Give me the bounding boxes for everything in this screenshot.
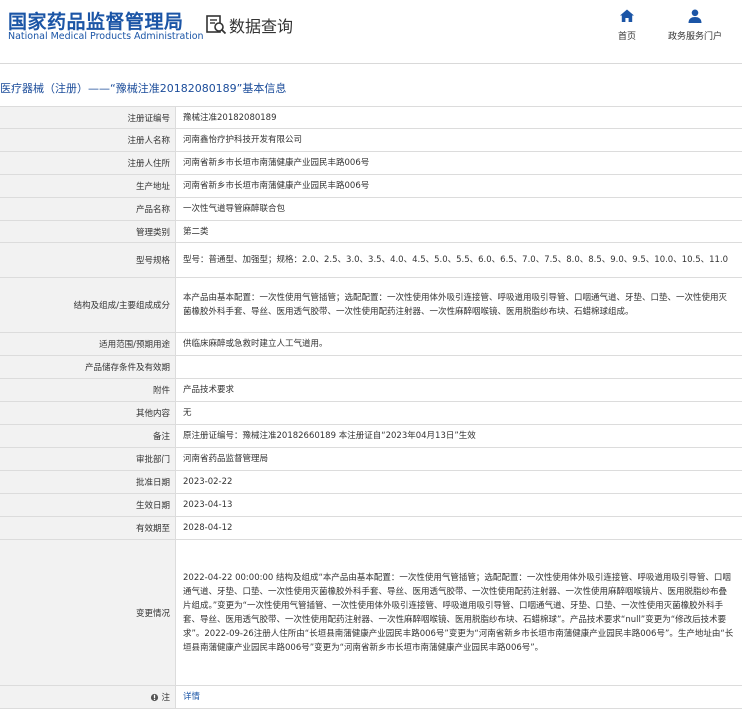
row-value: 2023-02-22 xyxy=(183,477,233,487)
row-label-text: 注 xyxy=(161,693,170,703)
row-label: 生效日期 xyxy=(0,494,176,516)
table-row: 适用范围/预期用途 供临床麻醉或急救时建立人工气道用。 xyxy=(0,333,742,356)
table-row: 附件 产品技术要求 xyxy=(0,379,742,402)
site-logo-en[interactable]: National Medical Products Administration xyxy=(8,31,204,42)
table-row: 变更情况 2022-04-22 00:00:00 结构及组成“本产品由基本配置：… xyxy=(0,540,742,686)
row-value: 产品技术要求 xyxy=(183,385,235,395)
table-row: 审批部门 河南省药品监督管理局 xyxy=(0,448,742,471)
row-label: 产品名称 xyxy=(0,198,176,220)
row-label: 附件 xyxy=(0,379,176,401)
home-icon xyxy=(620,9,634,22)
header-divider xyxy=(0,63,742,64)
row-label: 注册人住所 xyxy=(0,152,176,174)
row-label: 产品储存条件及有效期 xyxy=(0,356,176,378)
row-value: 2028-04-12 xyxy=(183,523,233,533)
row-label: 审批部门 xyxy=(0,448,176,470)
row-label: 型号规格 xyxy=(0,243,176,277)
row-label: 有效期至 xyxy=(0,517,176,539)
table-row: 其他内容 无 xyxy=(0,402,742,425)
row-value: 本产品由基本配置：一次性使用气管插管；选配配置：一次性使用体外吸引连接管、呼吸道… xyxy=(183,293,728,317)
row-label: 变更情况 xyxy=(0,540,176,685)
note-icon xyxy=(151,693,159,701)
row-value: 河南省新乡市长垣市南蒲健康产业园民丰路006号 xyxy=(183,181,370,191)
nav-service-label: 政务服务门户 xyxy=(668,32,723,42)
table-row: 有效期至 2028-04-12 xyxy=(0,517,742,540)
table-row: 备注 原注册证编号：豫械注准20182660189 本注册证自“2023年04月… xyxy=(0,425,742,448)
row-label: 批准日期 xyxy=(0,471,176,493)
row-label: 结构及组成/主要组成成分 xyxy=(0,278,176,332)
table-row: 型号规格 型号：普通型、加强型；规格：2.0、2.5、3.0、3.5、4.0、4… xyxy=(0,243,742,278)
user-icon xyxy=(688,9,702,23)
row-value: 第二类 xyxy=(183,226,209,237)
header: 国家药品监督管理局 National Medical Products Admi… xyxy=(0,0,742,56)
info-table: 注册证编号 豫械注准20182080189 注册人名称 河南鑫怡疗护科技开发有限… xyxy=(0,106,742,709)
data-query-label: 数据查询 xyxy=(229,17,294,36)
data-query-link[interactable]: 数据查询 xyxy=(205,13,293,37)
table-row: 结构及组成/主要组成成分 本产品由基本配置：一次性使用气管插管；选配配置：一次性… xyxy=(0,278,742,333)
row-value: 河南鑫怡疗护科技开发有限公司 xyxy=(183,135,303,145)
nav-home[interactable]: 首页 xyxy=(618,8,636,42)
table-row: 注 详情 xyxy=(0,686,742,709)
row-value: 豫械注准20182080189 xyxy=(183,112,277,123)
table-row: 产品名称 一次性气道导管麻醉联合包 xyxy=(0,198,742,221)
row-label: 适用范围/预期用途 xyxy=(0,333,176,355)
row-value: 2023-04-13 xyxy=(183,500,233,510)
data-query-icon xyxy=(206,15,227,35)
row-label: 备注 xyxy=(0,425,176,447)
table-row: 批准日期 2023-02-22 xyxy=(0,471,742,494)
row-value: 河南省新乡市长垣市南蒲健康产业园民丰路006号 xyxy=(183,158,370,168)
nav-service-portal[interactable]: 政务服务门户 xyxy=(668,8,722,42)
row-value: 2022-04-22 00:00:00 结构及组成“本产品由基本配置：一次性使用… xyxy=(183,572,734,653)
nav-home-label: 首页 xyxy=(618,32,637,42)
page-title: 医疗器械（注册）——“豫械注准20182080189”基本信息 xyxy=(0,82,287,95)
row-value: 一次性气道导管麻醉联合包 xyxy=(183,204,286,214)
row-value: 型号：普通型、加强型；规格：2.0、2.5、3.0、3.5、4.0、4.5、5.… xyxy=(183,255,729,265)
row-value: 原注册证编号：豫械注准20182660189 本注册证自“2023年04月13日… xyxy=(183,431,476,441)
row-label: 生产地址 xyxy=(0,175,176,197)
row-label: 其他内容 xyxy=(0,402,176,424)
row-value xyxy=(176,356,742,378)
row-label: 管理类别 xyxy=(0,221,176,242)
row-value: 供临床麻醉或急救时建立人工气道用。 xyxy=(183,339,328,349)
table-row: 生产地址 河南省新乡市长垣市南蒲健康产业园民丰路006号 xyxy=(0,175,742,198)
table-row: 注册证编号 豫械注准20182080189 xyxy=(0,107,742,129)
table-row: 注册人名称 河南鑫怡疗护科技开发有限公司 xyxy=(0,129,742,152)
row-label: 注册证编号 xyxy=(0,107,176,128)
details-link[interactable]: 详情 xyxy=(183,690,200,704)
table-row: 生效日期 2023-04-13 xyxy=(0,494,742,517)
row-value: 河南省药品监督管理局 xyxy=(183,454,269,464)
row-value: 无 xyxy=(183,408,192,418)
row-label: 注册人名称 xyxy=(0,129,176,151)
table-row: 产品储存条件及有效期 xyxy=(0,356,742,379)
site-logo-cn[interactable]: 国家药品监督管理局 xyxy=(8,7,184,34)
table-row: 管理类别 第二类 xyxy=(0,221,742,243)
table-row: 注册人住所 河南省新乡市长垣市南蒲健康产业园民丰路006号 xyxy=(0,152,742,175)
row-label: 注 xyxy=(0,686,176,708)
